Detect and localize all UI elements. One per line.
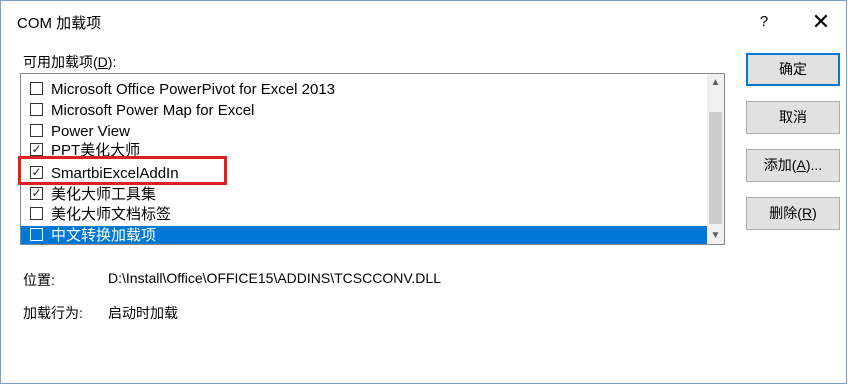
add-button[interactable]: 添加(A)... — [746, 149, 840, 182]
scroll-up-arrow-icon[interactable]: ▲ — [707, 74, 724, 91]
remove-button-accelerator: R — [801, 205, 813, 221]
annotation-highlight-box — [18, 156, 227, 185]
available-addins-accelerator: D — [97, 54, 108, 70]
addin-checkbox[interactable]: ✓ — [30, 187, 43, 200]
cancel-button[interactable]: 取消 — [746, 101, 840, 134]
addin-checkbox[interactable] — [30, 82, 43, 95]
addin-label: 中文转换加载项 — [51, 227, 157, 244]
help-button[interactable]: ? — [746, 7, 782, 37]
addin-label: Power View — [51, 123, 130, 140]
remove-button[interactable]: 删除(R) — [746, 197, 840, 230]
addin-row[interactable]: 美化大师文档标签 — [21, 205, 707, 224]
com-addins-dialog: COM 加载项 ? ✕ 可用加载项(D): Microsoft Office P… — [0, 0, 847, 384]
scroll-down-arrow-icon[interactable]: ▼ — [707, 227, 724, 244]
addin-checkbox[interactable] — [30, 103, 43, 116]
addin-row[interactable]: 中文转换加载项 — [21, 226, 707, 244]
addin-checkbox[interactable] — [30, 124, 43, 137]
addin-row[interactable]: Power View — [21, 122, 707, 141]
title-bar: COM 加载项 ? ✕ — [1, 1, 846, 41]
available-addins-label-text: 可用加载项( — [23, 54, 98, 70]
scroll-thumb[interactable] — [709, 112, 722, 224]
ok-button[interactable]: 确定 — [746, 53, 840, 86]
location-label: 位置: — [23, 272, 55, 288]
list-scrollbar[interactable]: ▲ ▼ — [707, 74, 724, 244]
close-button[interactable]: ✕ — [801, 7, 841, 37]
addin-label: Microsoft Office PowerPivot for Excel 20… — [51, 81, 336, 98]
remove-button-suffix: ) — [812, 205, 817, 221]
available-addins-label-suffix: ): — [107, 54, 117, 70]
available-addins-label: 可用加载项(D): — [23, 52, 116, 72]
addin-checkbox[interactable] — [30, 207, 43, 220]
add-button-accelerator: A — [796, 157, 806, 173]
remove-button-text: 删除( — [769, 205, 802, 221]
add-button-text: 添加( — [763, 157, 797, 173]
addin-row[interactable]: Microsoft Power Map for Excel — [21, 101, 707, 120]
load-behavior-value: 启动时加载 — [108, 305, 178, 321]
addin-row[interactable]: Microsoft Office PowerPivot for Excel 20… — [21, 80, 707, 99]
addin-row[interactable]: ✓ 美化大师工具集 — [21, 185, 707, 204]
location-value: D:\Install\Office\OFFICE15\ADDINS\TCSCCO… — [108, 270, 441, 286]
addin-checkbox[interactable] — [30, 228, 43, 241]
addin-checkbox[interactable]: ✓ — [30, 143, 43, 156]
addin-label: 美化大师工具集 — [51, 186, 157, 203]
addin-label: Microsoft Power Map for Excel — [51, 102, 255, 119]
load-behavior-label: 加载行为: — [23, 305, 83, 321]
addin-label: 美化大师文档标签 — [51, 206, 172, 223]
add-button-suffix: )... — [805, 157, 823, 173]
dialog-title: COM 加载项 — [17, 15, 102, 32]
